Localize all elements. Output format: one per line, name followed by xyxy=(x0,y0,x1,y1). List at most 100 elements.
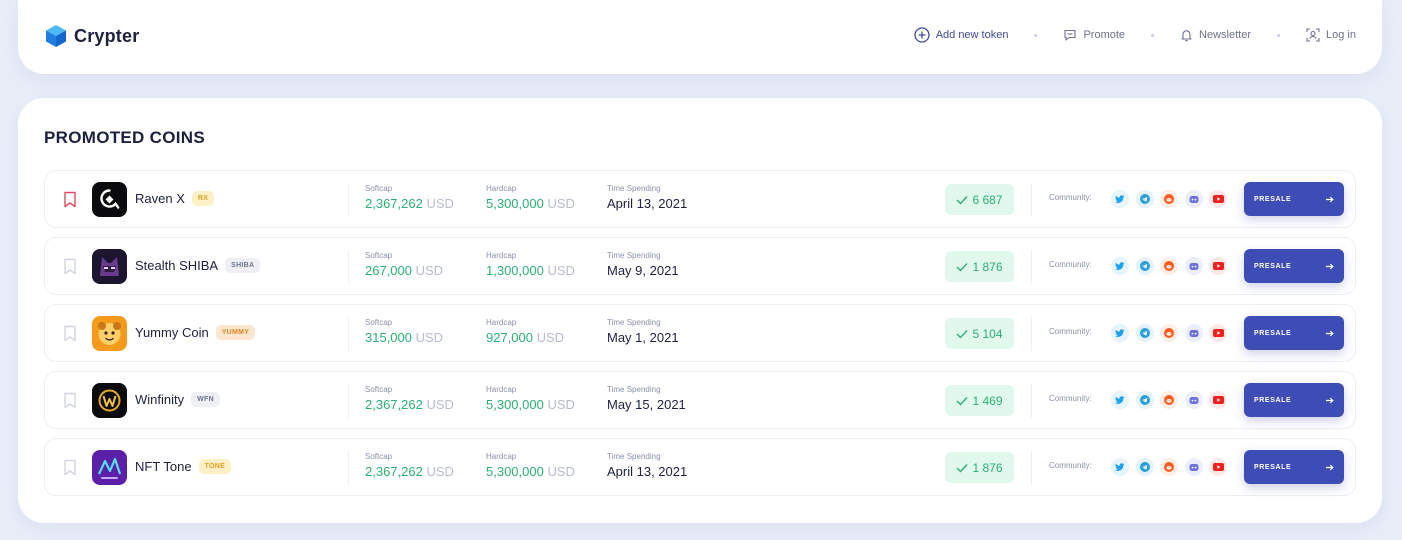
coin-name-label: Raven X xyxy=(135,191,185,206)
coin-row: NFT Tone TONE Softcap 2,367,262 USD Hard… xyxy=(44,438,1356,496)
bookmark-icon[interactable] xyxy=(63,459,77,476)
divider xyxy=(348,250,349,284)
reddit-icon[interactable] xyxy=(1160,324,1178,342)
reddit-icon[interactable] xyxy=(1160,190,1178,208)
youtube-icon[interactable] xyxy=(1209,324,1227,342)
telegram-icon[interactable] xyxy=(1135,190,1154,208)
social-links xyxy=(1111,257,1234,275)
softcap-value: 2,367,262 xyxy=(365,464,423,479)
coin-name[interactable]: Winfinity WFN xyxy=(135,392,220,407)
vote-count: 1 876 xyxy=(972,460,1003,475)
youtube-icon[interactable] xyxy=(1209,190,1227,208)
telegram-icon[interactable] xyxy=(1135,391,1154,409)
time-label: Time Spending xyxy=(607,251,661,260)
hardcap-value: 927,000 xyxy=(486,330,533,345)
time-value: May 15, 2021 xyxy=(607,397,686,412)
bookmark-icon[interactable] xyxy=(63,392,77,409)
hardcap-stat: Hardcap 927,000 USD xyxy=(486,318,564,345)
logo[interactable]: Crypter xyxy=(44,24,139,48)
nav-divider xyxy=(1277,33,1281,37)
nav-divider xyxy=(1151,33,1155,37)
youtube-icon[interactable] xyxy=(1209,458,1227,476)
vote-button[interactable]: 1 876 xyxy=(945,251,1014,282)
ticker-badge: SHIBA xyxy=(225,258,261,273)
add-new-token-link[interactable]: Add new token xyxy=(914,27,1008,43)
promote-link[interactable]: Promote xyxy=(1063,28,1125,42)
check-icon xyxy=(956,195,968,205)
winfinity-logo-icon xyxy=(98,389,121,412)
log-in-link[interactable]: Log in xyxy=(1306,28,1356,42)
reddit-icon[interactable] xyxy=(1160,257,1178,275)
bookmark-icon[interactable] xyxy=(63,325,77,342)
reddit-icon[interactable] xyxy=(1160,391,1178,409)
arrow-right-icon xyxy=(1326,263,1334,269)
twitter-icon[interactable] xyxy=(1111,257,1129,275)
vote-count: 1 876 xyxy=(972,259,1003,274)
presale-button[interactable]: PRESALE xyxy=(1244,383,1344,417)
social-links xyxy=(1111,190,1234,208)
hardcap-label: Hardcap xyxy=(486,318,517,327)
social-links xyxy=(1111,324,1234,342)
check-icon xyxy=(956,463,968,473)
divider xyxy=(1031,451,1032,485)
hardcap-label: Hardcap xyxy=(486,251,517,260)
coin-name-label: Stealth SHIBA xyxy=(135,258,219,273)
youtube-icon[interactable] xyxy=(1209,391,1227,409)
user-scan-icon xyxy=(1306,28,1320,42)
presale-label: PRESALE xyxy=(1254,396,1292,404)
top-nav: Add new token Promote Newsletter Log in xyxy=(914,27,1356,43)
time-stat: Time Spending April 13, 2021 xyxy=(607,452,687,479)
presale-button[interactable]: PRESALE xyxy=(1244,450,1344,484)
arrow-right-icon xyxy=(1326,397,1334,403)
ticker-badge: YUMMY xyxy=(215,325,256,340)
reddit-icon[interactable] xyxy=(1160,458,1178,476)
telegram-icon[interactable] xyxy=(1135,257,1154,275)
presale-button[interactable]: PRESALE xyxy=(1244,249,1344,283)
youtube-icon[interactable] xyxy=(1209,257,1227,275)
softcap-label: Softcap xyxy=(365,452,393,461)
coin-name[interactable]: Raven X RX xyxy=(135,191,215,206)
softcap-value: 2,367,262 xyxy=(365,196,423,211)
softcap-stat: Softcap 2,367,262 USD xyxy=(365,184,454,211)
bookmark-icon[interactable] xyxy=(63,191,77,208)
time-value: May 1, 2021 xyxy=(607,330,679,345)
presale-button[interactable]: PRESALE xyxy=(1244,182,1344,216)
nft-tone-logo-icon xyxy=(98,457,122,479)
usd-unit: USD xyxy=(426,397,454,412)
divider xyxy=(348,183,349,217)
discord-icon[interactable] xyxy=(1184,324,1203,342)
vote-button[interactable]: 5 104 xyxy=(945,318,1014,349)
softcap-stat: Softcap 2,367,262 USD xyxy=(365,385,454,412)
discord-icon[interactable] xyxy=(1184,458,1203,476)
ticker-badge: RX xyxy=(191,191,215,206)
coin-name[interactable]: Yummy Coin YUMMY xyxy=(135,325,256,340)
divider xyxy=(1031,250,1032,284)
twitter-icon[interactable] xyxy=(1111,324,1129,342)
discord-icon[interactable] xyxy=(1184,190,1203,208)
time-stat: Time Spending April 13, 2021 xyxy=(607,184,687,211)
vote-button[interactable]: 1 876 xyxy=(945,452,1014,483)
bookmark-icon[interactable] xyxy=(63,258,77,275)
check-icon xyxy=(956,329,968,339)
nav-label-newsletter: Newsletter xyxy=(1199,29,1252,41)
twitter-icon[interactable] xyxy=(1111,190,1129,208)
hardcap-label: Hardcap xyxy=(486,184,517,193)
vote-button[interactable]: 1 469 xyxy=(945,385,1014,416)
coin-name[interactable]: Stealth SHIBA SHIBA xyxy=(135,258,261,273)
vote-button[interactable]: 6 687 xyxy=(945,184,1014,215)
check-icon xyxy=(956,396,968,406)
newsletter-link[interactable]: Newsletter xyxy=(1180,28,1251,42)
presale-button[interactable]: PRESALE xyxy=(1244,316,1344,350)
discord-icon[interactable] xyxy=(1184,257,1203,275)
telegram-icon[interactable] xyxy=(1135,458,1154,476)
coin-name[interactable]: NFT Tone TONE xyxy=(135,459,232,474)
discord-icon[interactable] xyxy=(1184,391,1203,409)
softcap-stat: Softcap 2,367,262 USD xyxy=(365,452,454,479)
telegram-icon[interactable] xyxy=(1135,324,1154,342)
plus-circle-icon xyxy=(914,27,930,43)
twitter-icon[interactable] xyxy=(1111,458,1129,476)
coin-logo-yummy xyxy=(92,316,127,351)
twitter-icon[interactable] xyxy=(1111,391,1129,409)
usd-unit: USD xyxy=(547,397,575,412)
chat-icon xyxy=(1064,29,1077,41)
